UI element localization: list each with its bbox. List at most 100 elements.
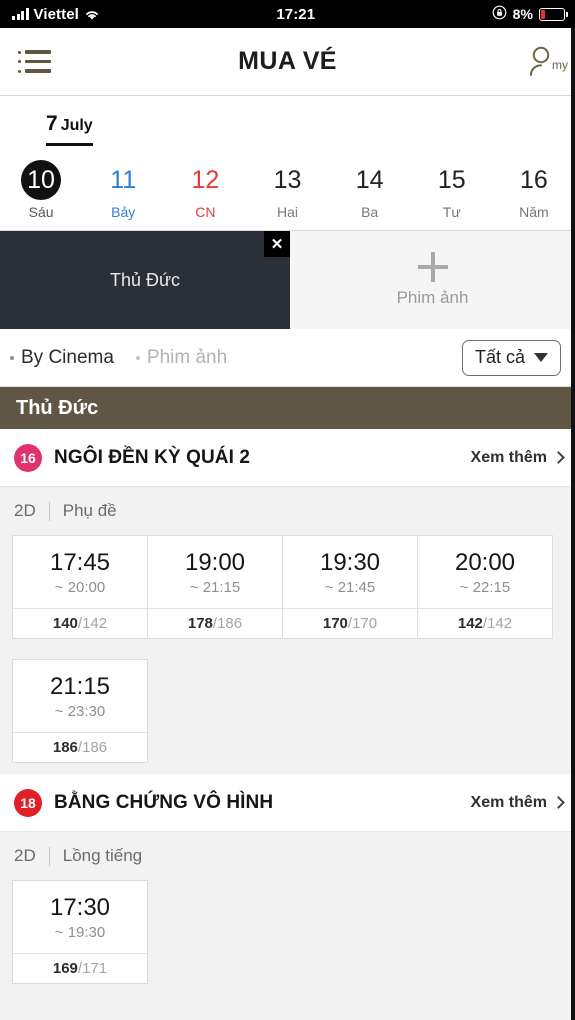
divider [48,501,50,521]
tab-add-movie[interactable]: Phim ảnh [290,231,575,329]
divider [48,846,50,866]
seats-available: 140 [52,615,78,632]
movie-format: 2D [14,846,36,865]
day-list: 10 Sáu 11 Bảy 12 CN 13 Hai 14 Ba 15 Tư 1… [0,160,575,220]
showtime-card[interactable]: 21:15 ~ 23:30 186/186 [12,659,148,763]
status-bar-right: 8% [492,5,568,24]
see-more-label: Xem thêm [470,793,547,811]
showtime-start: 19:00 [184,548,246,576]
screen-edge [571,28,575,1020]
close-x-icon[interactable]: ✕ [264,231,290,257]
showtime-end: ~ 22:15 [459,578,511,596]
bullet-icon [10,355,14,360]
showtime-end: ~ 23:30 [54,702,106,720]
showtime-grid: 17:30 ~ 19:30 169/171 [0,880,575,995]
filter-select-all[interactable]: Tất cả [461,339,561,376]
status-bar-clock: 17:21 [276,5,316,23]
seats-total: 186 [82,739,108,756]
tab-cinema-thu-duc[interactable]: Thủ Đức ✕ [0,231,290,329]
rotation-lock-icon [492,5,507,24]
age-rating-badge: 18 [14,788,42,817]
cinema-section-name: Thủ Đức [16,396,99,419]
showtime-card[interactable]: 17:45 ~ 20:00 140/142 [12,535,148,639]
date-item-13[interactable]: 13 Hai [246,160,328,220]
showtime-end: ~ 20:00 [54,578,106,596]
showtime-top: 19:30 ~ 21:45 [283,536,417,608]
cinema-tab-bar: Thủ Đức ✕ Phim ảnh [0,231,575,329]
nav-bar: MUA VÉ my [0,28,575,96]
age-rating-badge: 16 [14,443,42,472]
showtime-card[interactable]: 19:00 ~ 21:15 178/186 [147,535,283,639]
battery-percent: 8% [512,6,533,22]
showtime-seats: 169/171 [13,953,147,983]
battery-low-icon [539,7,568,21]
app-root: Viettel 17:21 8% MUA VÉ my 7 July 10 Sáu… [0,0,575,1020]
showtime-card[interactable]: 17:30 ~ 19:30 169/171 [12,880,148,984]
chevron-right-icon [552,451,565,464]
movie-block: 16 NGÔI ĐỀN KỲ QUÁI 2 Xem thêm 2D Phụ đề… [0,429,575,774]
date-weekday: Hai [276,204,298,220]
movie-title: BẰNG CHỨNG VÔ HÌNH [54,791,274,813]
date-number: 15 [437,166,466,194]
date-item-16[interactable]: 16 Năm [493,160,575,220]
date-weekday: CN [195,204,216,220]
showtime-card[interactable]: 20:00 ~ 22:15 142/142 [417,535,553,639]
status-bar-left: Viettel [12,6,100,23]
filter-option-phim-anh[interactable]: Phim ảnh [135,346,228,369]
seats-total: 186 [217,615,243,632]
date-weekday: Năm [519,204,549,220]
profile-label: my [552,57,568,72]
date-item-10[interactable]: 10 Sáu [0,160,82,220]
movie-block: 18 BẰNG CHỨNG VÔ HÌNH Xem thêm 2D Lồng t… [0,774,575,995]
filter-select-value: Tất cả [474,347,525,367]
plus-icon [417,252,448,282]
movie-header: 18 BẰNG CHỨNG VÔ HÌNH Xem thêm [0,774,575,832]
profile-person-icon[interactable]: my [511,44,575,80]
chevron-right-icon [552,796,565,809]
showtime-end: ~ 19:30 [54,923,106,941]
date-strip: 7 July 10 Sáu 11 Bảy 12 CN 13 Hai 14 Ba 1… [0,96,575,231]
showtime-start: 17:30 [49,893,111,921]
date-item-11[interactable]: 11 Bảy [82,160,164,220]
seats-total: 142 [82,615,108,632]
showtime-grid: 17:45 ~ 20:00 140/142 19:00 ~ 21:15 178/… [0,535,575,650]
tab-cinema-label: Thủ Đức [109,269,181,290]
seats-available: 178 [187,615,213,632]
month-label[interactable]: 7 July [46,112,93,146]
movie-see-more-button[interactable]: Xem thêm [471,449,565,467]
date-item-12[interactable]: 12 CN [164,160,246,220]
date-item-15[interactable]: 15 Tư [411,160,493,220]
cinema-section-header: Thủ Đức [0,387,575,429]
showtime-top: 19:00 ~ 21:15 [148,536,282,608]
filter-option-label: Phim ảnh [146,346,228,368]
showtime-seats: 140/142 [13,608,147,638]
showtime-seats: 178/186 [148,608,282,638]
showtime-grid-row2: 21:15 ~ 23:30 186/186 [0,650,575,774]
movie-see-more-button[interactable]: Xem thêm [470,793,565,812]
tab-add-label: Phim ảnh [396,288,469,307]
showtime-seats: 170/170 [283,608,417,638]
seats-total: 170 [352,615,378,632]
movie-audio: Phụ đề [62,501,117,520]
page-title: MUA VÉ [238,47,337,75]
showtime-seats: 186/186 [13,732,147,762]
filter-bar: By Cinema Phim ảnh Tất cả [0,329,575,387]
filter-option-by-cinema[interactable]: By Cinema [10,347,114,369]
signal-bars-icon [12,8,29,20]
showtime-start: 21:15 [49,672,111,700]
seats-available: 170 [322,615,348,632]
date-weekday: Bảy [111,204,136,220]
date-number: 11 [110,166,137,194]
showtime-end: ~ 21:15 [189,578,241,596]
showtime-top: 17:45 ~ 20:00 [13,536,147,608]
showtime-card[interactable]: 19:30 ~ 21:45 170/170 [282,535,418,639]
month-name: July [60,117,93,134]
seats-available: 186 [52,739,78,756]
showtime-start: 20:00 [454,548,516,576]
showtime-start: 17:45 [49,548,111,576]
wifi-icon [84,8,100,21]
chevron-down-icon [534,353,548,362]
date-number: 12 [191,166,220,194]
showtime-top: 17:30 ~ 19:30 [13,881,147,953]
date-item-14[interactable]: 14 Ba [329,160,411,220]
